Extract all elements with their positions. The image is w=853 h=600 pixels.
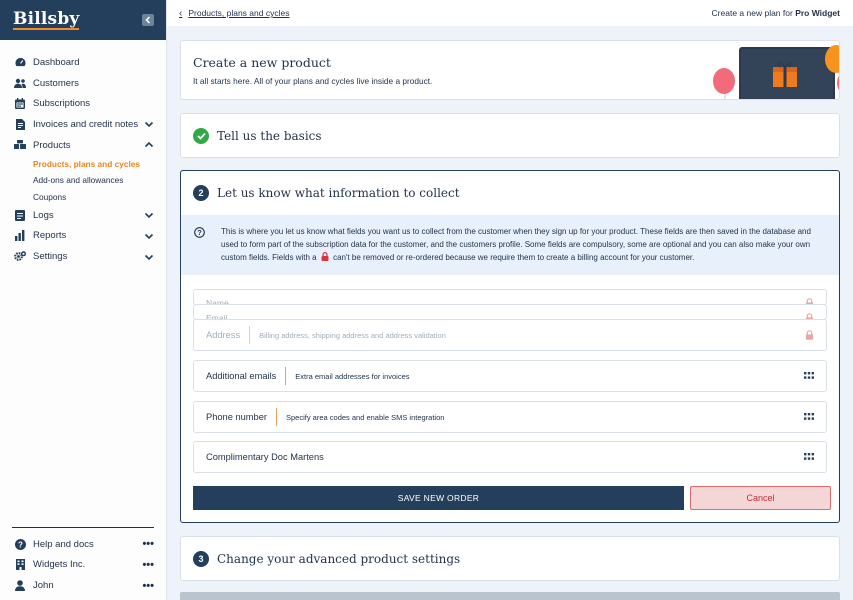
sidebar-item-label: Help and docs xyxy=(33,539,142,550)
divider xyxy=(276,408,277,426)
svg-text:?: ? xyxy=(18,540,23,549)
save-new-order-button[interactable]: SAVE NEW ORDER xyxy=(193,486,684,510)
chevron-down-icon[interactable] xyxy=(144,252,154,262)
info-notice: ? This is where you let us know what fie… xyxy=(181,215,839,275)
divider xyxy=(249,326,250,344)
sidebar-item-label: Subscriptions xyxy=(33,98,154,109)
invoice-icon xyxy=(14,118,26,130)
hero-card: Create a new product It all starts here.… xyxy=(180,40,840,100)
drag-handle-icon[interactable] xyxy=(804,413,814,421)
sidebar-subitem-coupons[interactable]: Coupons xyxy=(0,188,166,205)
sidebar-item-company[interactable]: Widgets Inc. ••• xyxy=(0,555,166,576)
more-icon[interactable]: ••• xyxy=(142,538,154,550)
more-icon[interactable]: ••• xyxy=(142,580,154,592)
more-icon[interactable]: ••• xyxy=(142,559,154,571)
calendar-icon xyxy=(14,98,26,110)
sidebar: Billsby Dashboard Customers Subscription… xyxy=(0,0,167,600)
user-icon xyxy=(14,580,26,592)
cancel-button[interactable]: Cancel xyxy=(690,486,831,510)
sidebar-item-label: Widgets Inc. xyxy=(33,559,142,570)
divider xyxy=(12,527,154,528)
sidebar-item-customers[interactable]: Customers xyxy=(0,73,166,94)
check-icon xyxy=(193,128,209,144)
step-basics[interactable]: Tell us the basics xyxy=(180,113,840,158)
plan-context: Create a new plan for Pro Widget xyxy=(712,8,840,18)
building-icon xyxy=(14,559,26,571)
sidebar-item-label: Logs xyxy=(33,210,144,221)
field-row-email: Email xyxy=(193,304,827,320)
field-name: Complimentary Doc Martens xyxy=(206,452,324,462)
field-row-custom[interactable]: Complimentary Doc Martens xyxy=(193,441,827,473)
field-name: Phone number xyxy=(206,412,267,422)
step-title: Let us know what information to collect xyxy=(217,186,460,200)
customers-icon xyxy=(14,77,26,89)
lock-icon xyxy=(321,252,329,261)
hero-illustration xyxy=(689,41,839,100)
chevron-down-icon[interactable] xyxy=(144,231,154,241)
gear-icon xyxy=(14,251,26,263)
notice-text-2: can't be removed or re-ordered because w… xyxy=(333,253,694,262)
main-nav: Dashboard Customers Subscriptions Invoic… xyxy=(0,40,166,267)
sidebar-item-label: Invoices and credit notes xyxy=(33,119,144,130)
field-name: Additional emails xyxy=(206,371,276,381)
sidebar-item-label: Customers xyxy=(33,78,154,89)
dashboard-icon xyxy=(14,56,26,68)
field-name: Address xyxy=(206,330,240,340)
breadcrumb[interactable]: ‹ Products, plans and cycles xyxy=(179,8,289,19)
breadcrumb-link[interactable]: Products, plans and cycles xyxy=(188,8,289,18)
divider xyxy=(285,367,286,385)
field-row-additional-emails[interactable]: Additional emails Extra email addresses … xyxy=(193,360,827,392)
sidebar-item-settings[interactable]: Settings xyxy=(0,246,166,267)
lock-icon xyxy=(805,330,814,340)
step-number: 2 xyxy=(193,185,209,201)
chevron-left-icon[interactable]: ‹ xyxy=(179,8,182,19)
field-description: Extra email addresses for invoices xyxy=(295,372,804,381)
step-information: 2 Let us know what information to collec… xyxy=(180,170,840,523)
step-number: 3 xyxy=(193,551,209,567)
brand-bar: Billsby xyxy=(0,0,166,40)
sidebar-item-label: Reports xyxy=(33,230,144,241)
sidebar-item-products[interactable]: Products xyxy=(0,135,166,156)
step-title: Tell us the basics xyxy=(217,129,322,143)
sidebar-item-subscriptions[interactable]: Subscriptions xyxy=(0,93,166,114)
svg-text:?: ? xyxy=(197,228,202,237)
sidebar-item-label: John xyxy=(33,580,142,591)
collapse-sidebar-icon[interactable] xyxy=(142,14,154,26)
help-icon: ? xyxy=(14,538,26,550)
logs-icon xyxy=(14,209,26,221)
sidebar-item-dashboard[interactable]: Dashboard xyxy=(0,52,166,73)
sidebar-item-help[interactable]: ? Help and docs ••• xyxy=(0,534,166,555)
products-icon xyxy=(14,139,26,151)
sidebar-subitem-addons-allowances[interactable]: Add-ons and allowances xyxy=(0,172,166,189)
plan-prefix: Create a new plan for xyxy=(712,8,793,18)
step-title: Change your advanced product settings xyxy=(217,552,460,566)
drag-handle-icon[interactable] xyxy=(804,372,814,380)
question-icon: ? xyxy=(194,227,205,238)
field-row-address: Address Billing address, shipping addres… xyxy=(193,319,827,351)
sidebar-item-user[interactable]: John ••• xyxy=(0,575,166,596)
chevron-down-icon[interactable] xyxy=(144,119,154,129)
sidebar-subitem-products-plans-cycles[interactable]: Products, plans and cycles xyxy=(0,155,166,172)
chevron-up-icon[interactable] xyxy=(144,140,154,150)
sidebar-item-label: Settings xyxy=(33,251,144,262)
field-description: Billing address, shipping address and ad… xyxy=(259,331,805,340)
sidebar-bottom: ? Help and docs ••• Widgets Inc. ••• Joh… xyxy=(0,527,166,600)
brand-logo[interactable]: Billsby xyxy=(13,10,79,30)
sidebar-item-label: Products xyxy=(33,140,144,151)
sidebar-item-label: Dashboard xyxy=(33,57,154,68)
chevron-down-icon[interactable] xyxy=(144,210,154,220)
reports-icon xyxy=(14,230,26,242)
plan-name: Pro Widget xyxy=(795,8,840,18)
sidebar-item-reports[interactable]: Reports xyxy=(0,226,166,247)
drag-handle-icon[interactable] xyxy=(804,453,814,461)
footer-bar xyxy=(180,592,840,600)
step-advanced-settings[interactable]: 3 Change your advanced product settings xyxy=(180,536,840,581)
field-description: Specify area codes and enable SMS integr… xyxy=(286,413,804,422)
sidebar-item-invoices[interactable]: Invoices and credit notes xyxy=(0,114,166,135)
topbar: ‹ Products, plans and cycles Create a ne… xyxy=(167,0,853,26)
field-row-name: Name xyxy=(193,289,827,305)
field-row-phone-number[interactable]: Phone number Specify area codes and enab… xyxy=(193,401,827,433)
sidebar-item-logs[interactable]: Logs xyxy=(0,205,166,226)
